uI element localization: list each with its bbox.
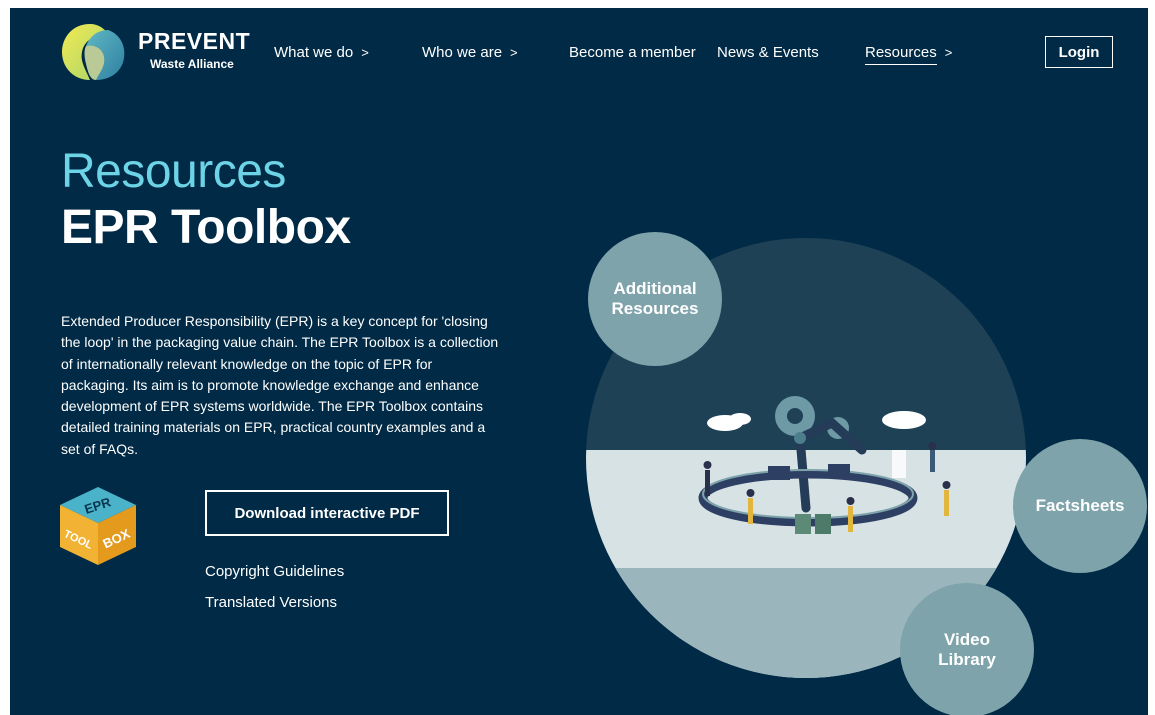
nav-what-we-do[interactable]: What we do >: [274, 44, 369, 62]
additional-resources-bubble[interactable]: Additional Resources: [588, 232, 722, 366]
page-subtitle: EPR Toolbox: [61, 201, 351, 254]
nav-label: Become a member: [569, 44, 696, 61]
nav-resources[interactable]: Resources >: [865, 44, 953, 65]
nav-become-a-member[interactable]: Become a member: [569, 44, 696, 62]
prevent-logo[interactable]: PREVENT Waste Alliance: [60, 20, 260, 82]
nav-label: Who we are: [422, 44, 503, 61]
cloud-icon: [882, 411, 926, 429]
chevron-right-icon: >: [361, 45, 369, 60]
chevron-right-icon: >: [510, 45, 518, 60]
logo-wordmark: PREVENT: [138, 28, 251, 54]
factsheets-bubble[interactable]: Factsheets: [1013, 439, 1147, 573]
translated-versions-link[interactable]: Translated Versions: [205, 594, 337, 612]
intro-paragraph: Extended Producer Responsibility (EPR) i…: [61, 313, 499, 457]
chevron-right-icon: >: [944, 45, 953, 60]
download-pdf-button[interactable]: Download interactive PDF: [205, 490, 449, 536]
logo-mark-icon: [62, 24, 125, 80]
nav-label: What we do: [274, 44, 354, 61]
video-library-bubble[interactable]: Video Library: [900, 583, 1034, 715]
copyright-guidelines-link[interactable]: Copyright Guidelines: [205, 563, 344, 581]
page: PREVENT Waste Alliance What we do > Who w…: [10, 8, 1148, 715]
epr-toolbox-cube-icon: EPR TOOL BOX: [60, 487, 136, 565]
logo-tagline: Waste Alliance: [150, 57, 234, 71]
nav-who-we-are[interactable]: Who we are >: [422, 44, 518, 62]
login-button[interactable]: Login: [1045, 36, 1113, 68]
nav-label: News & Events: [717, 44, 819, 61]
nav-news-events[interactable]: News & Events: [717, 44, 819, 62]
page-title: Resources: [61, 145, 286, 198]
nav-label: Resources: [865, 44, 937, 65]
